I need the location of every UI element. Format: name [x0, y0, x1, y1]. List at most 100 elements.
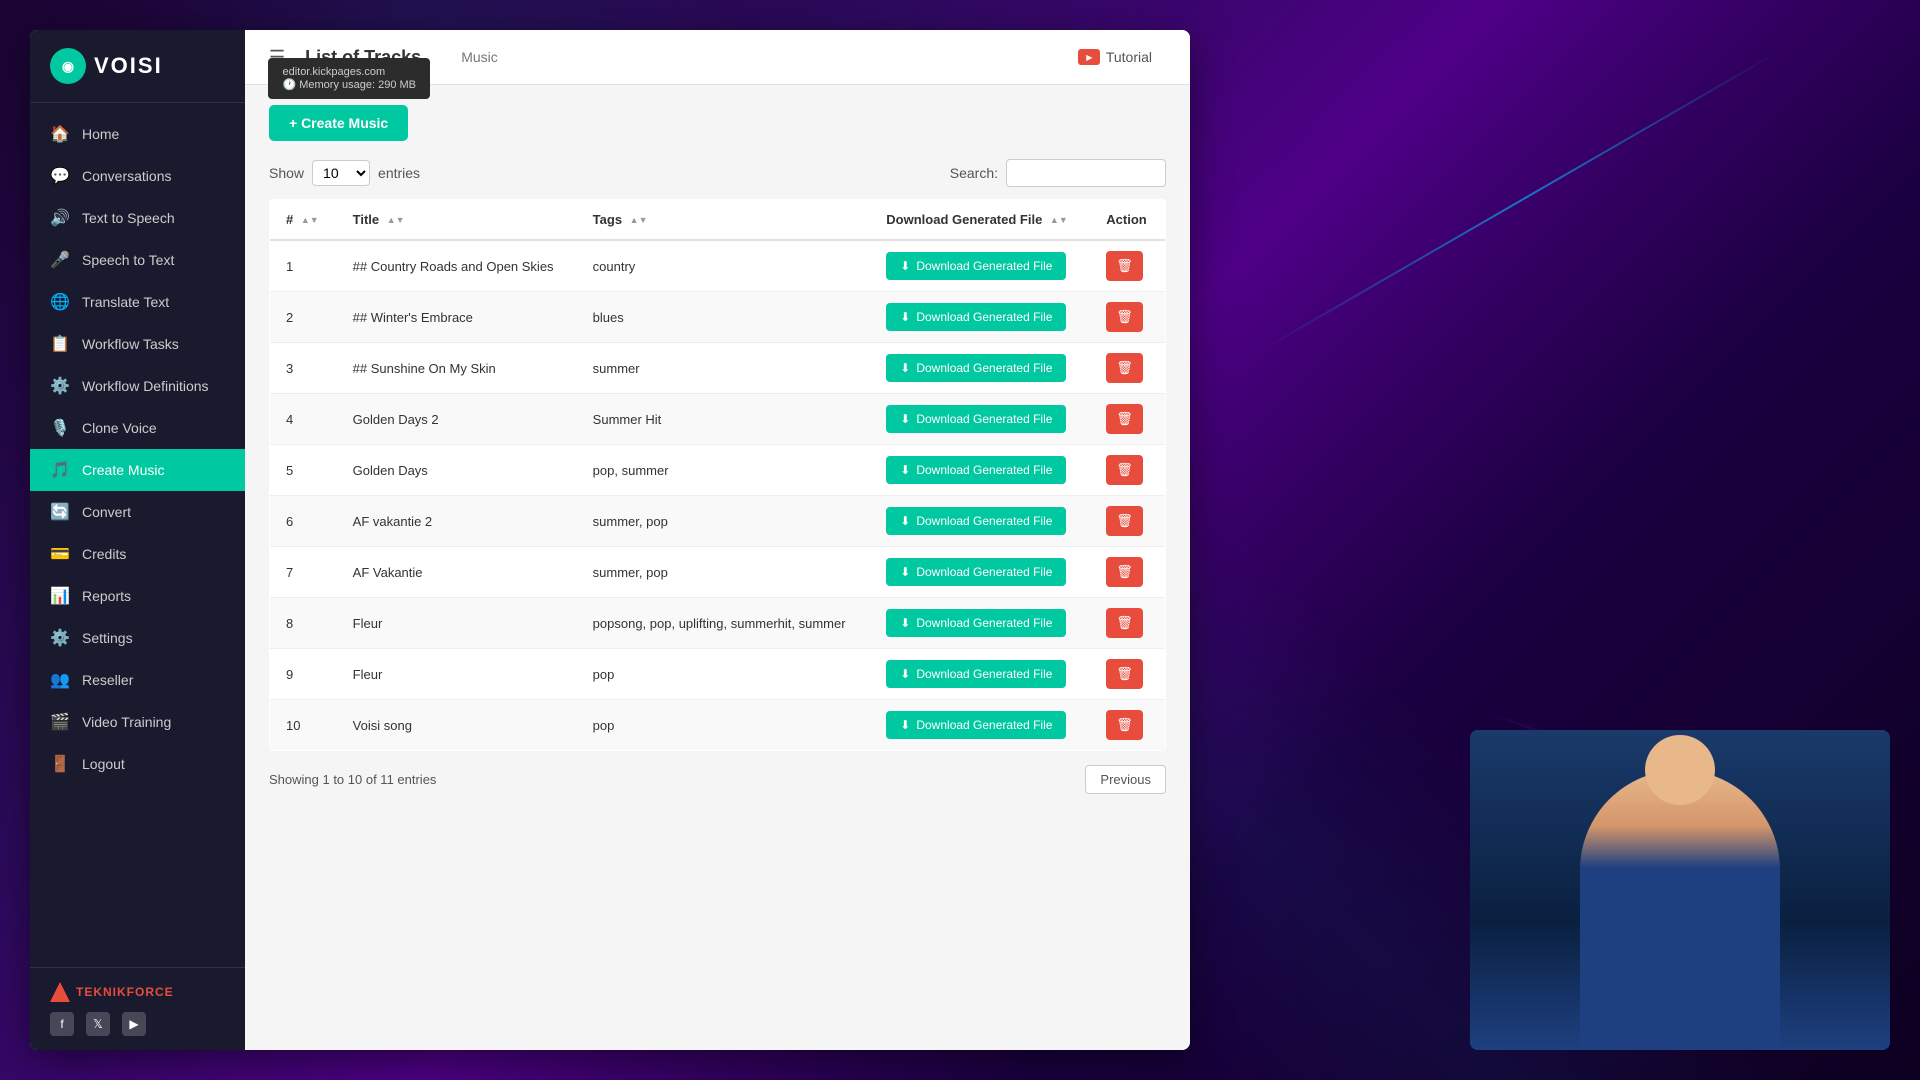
home-icon: 🏠 [50, 124, 70, 144]
download-button[interactable]: ⬇ Download Generated File [886, 558, 1066, 586]
cell-download: ⬇ Download Generated File [870, 445, 1090, 496]
sidebar-item-workflow-definitions[interactable]: ⚙️ Workflow Definitions [30, 365, 245, 407]
cell-tags: summer, pop [577, 496, 871, 547]
cell-download: ⬇ Download Generated File [870, 292, 1090, 343]
download-icon: ⬇ [900, 259, 910, 273]
download-icon: ⬇ [900, 463, 910, 477]
cell-num: 3 [270, 343, 337, 394]
download-button[interactable]: ⬇ Download Generated File [886, 354, 1066, 382]
download-button[interactable]: ⬇ Download Generated File [886, 252, 1066, 280]
sidebar-item-convert[interactable]: 🔄 Convert [30, 491, 245, 533]
sidebar-item-credits[interactable]: 💳 Credits [30, 533, 245, 575]
cell-num: 2 [270, 292, 337, 343]
cell-num: 9 [270, 649, 337, 700]
table-row: 2 ## Winter's Embrace blues ⬇ Download G… [270, 292, 1166, 343]
show-label: Show [269, 165, 304, 181]
sidebar-item-translate-text[interactable]: 🌐 Translate Text [30, 281, 245, 323]
sidebar-item-clone-voice[interactable]: 🎙️ Clone Voice [30, 407, 245, 449]
workflow-definitions-icon: ⚙️ [50, 376, 70, 396]
sidebar: ◉ VOISI 🏠 Home 💬 Conversations 🔊 Text to… [30, 30, 245, 1050]
cell-num: 4 [270, 394, 337, 445]
delete-button[interactable]: 🗑 [1106, 557, 1143, 587]
create-music-button[interactable]: + Create Music [269, 105, 408, 141]
table-footer: Showing 1 to 10 of 11 entries Previous [269, 765, 1166, 794]
delete-button[interactable]: 🗑 [1106, 710, 1143, 740]
download-button[interactable]: ⬇ Download Generated File [886, 456, 1066, 484]
delete-button[interactable]: 🗑 [1106, 455, 1143, 485]
sidebar-item-video-training[interactable]: 🎬 Video Training [30, 701, 245, 743]
delete-button[interactable]: 🗑 [1106, 608, 1143, 638]
previous-button[interactable]: Previous [1085, 765, 1166, 794]
delete-button[interactable]: 🗑 [1106, 659, 1143, 689]
cell-action: 🗑 [1090, 598, 1165, 649]
memory-usage: 🕐 Memory usage: 290 MB [282, 78, 416, 91]
cell-tags: blues [577, 292, 871, 343]
download-button[interactable]: ⬇ Download Generated File [886, 660, 1066, 688]
teknikforce-brand: TEKNIKFORCE [50, 982, 225, 1002]
speech-to-text-label: Speech to Text [82, 252, 174, 268]
delete-button[interactable]: 🗑 [1106, 404, 1143, 434]
workflow-tasks-label: Workflow Tasks [82, 336, 179, 352]
cell-download: ⬇ Download Generated File [870, 496, 1090, 547]
col-num[interactable]: # ▲▼ [270, 200, 337, 241]
delete-button[interactable]: 🗑 [1106, 251, 1143, 281]
translate-text-icon: 🌐 [50, 292, 70, 312]
table-row: 4 Golden Days 2 Summer Hit ⬇ Download Ge… [270, 394, 1166, 445]
cell-tags: pop [577, 700, 871, 751]
memory-circle-icon: 🕐 [282, 79, 296, 91]
sidebar-item-create-music[interactable]: 🎵 Create Music [30, 449, 245, 491]
sidebar-footer: TEKNIKFORCE f 𝕏 ▶ [30, 967, 245, 1050]
search-box: Search: [950, 159, 1166, 187]
cell-action: 🗑 [1090, 700, 1165, 751]
download-button[interactable]: ⬇ Download Generated File [886, 303, 1066, 331]
tutorial-button[interactable]: Tutorial [1064, 44, 1166, 70]
entries-label: entries [378, 165, 420, 181]
cell-action: 🗑 [1090, 343, 1165, 394]
showing-entries: Showing 1 to 10 of 11 entries [269, 772, 436, 787]
download-button[interactable]: ⬇ Download Generated File [886, 507, 1066, 535]
cell-title: ## Country Roads and Open Skies [337, 240, 577, 292]
logo-icon: ◉ [50, 48, 86, 84]
sidebar-item-conversations[interactable]: 💬 Conversations [30, 155, 245, 197]
download-button[interactable]: ⬇ Download Generated File [886, 711, 1066, 739]
delete-button[interactable]: 🗑 [1106, 506, 1143, 536]
sidebar-item-reports[interactable]: 📊 Reports [30, 575, 245, 617]
breadcrumb-music: Music [461, 49, 498, 65]
download-icon: ⬇ [900, 616, 910, 630]
clone-voice-label: Clone Voice [82, 420, 157, 436]
download-button[interactable]: ⬇ Download Generated File [886, 405, 1066, 433]
sidebar-item-text-to-speech[interactable]: 🔊 Text to Speech [30, 197, 245, 239]
sidebar-item-home[interactable]: 🏠 Home [30, 113, 245, 155]
cell-title: ## Sunshine On My Skin [337, 343, 577, 394]
youtube-icon[interactable]: ▶ [122, 1012, 146, 1036]
sidebar-item-workflow-tasks[interactable]: 📋 Workflow Tasks [30, 323, 245, 365]
cell-title: Fleur [337, 649, 577, 700]
cell-action: 🗑 [1090, 292, 1165, 343]
table-header: # ▲▼ Title ▲▼ Tags ▲▼ Download Generated… [270, 200, 1166, 241]
col-title[interactable]: Title ▲▼ [337, 200, 577, 241]
sidebar-item-speech-to-text[interactable]: 🎤 Speech to Text [30, 239, 245, 281]
home-label: Home [82, 126, 119, 142]
sidebar-item-logout[interactable]: 🚪 Logout [30, 743, 245, 785]
sidebar-item-settings[interactable]: ⚙️ Settings [30, 617, 245, 659]
delete-button[interactable]: 🗑 [1106, 353, 1143, 383]
search-label: Search: [950, 165, 998, 181]
cell-download: ⬇ Download Generated File [870, 649, 1090, 700]
settings-icon: ⚙️ [50, 628, 70, 648]
col-tags[interactable]: Tags ▲▼ [577, 200, 871, 241]
reseller-icon: 👥 [50, 670, 70, 690]
entries-select[interactable]: 10 25 50 100 [312, 160, 370, 186]
teknik-text: TEKNIKFORCE [76, 985, 174, 999]
search-input[interactable] [1006, 159, 1166, 187]
twitter-icon[interactable]: 𝕏 [86, 1012, 110, 1036]
content-area: + Create Music Show 10 25 50 100 entries… [245, 85, 1190, 1050]
col-download[interactable]: Download Generated File ▲▼ [870, 200, 1090, 241]
sidebar-item-reseller[interactable]: 👥 Reseller [30, 659, 245, 701]
download-button[interactable]: ⬇ Download Generated File [886, 609, 1066, 637]
logout-icon: 🚪 [50, 754, 70, 774]
workflow-definitions-label: Workflow Definitions [82, 378, 209, 394]
facebook-icon[interactable]: f [50, 1012, 74, 1036]
delete-button[interactable]: 🗑 [1106, 302, 1143, 332]
sidebar-logo: ◉ VOISI [30, 30, 245, 103]
cell-download: ⬇ Download Generated File [870, 394, 1090, 445]
